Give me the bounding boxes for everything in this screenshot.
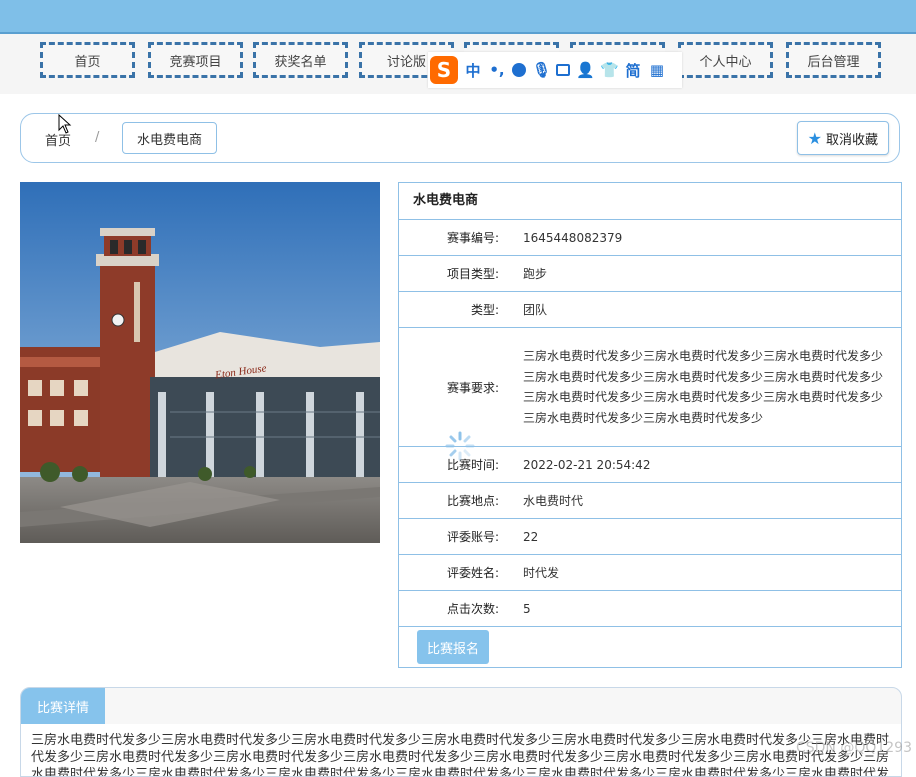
row-label: 赛事编号: xyxy=(446,231,499,245)
row-value: 2022-02-21 20:54:42 xyxy=(508,447,901,482)
watermark: CSDN @QQ1293 xyxy=(795,740,912,756)
nav-home-label: 首页 xyxy=(74,54,101,70)
nav-profile[interactable]: 个人中心 xyxy=(678,42,773,78)
row-label: 类型: xyxy=(470,303,499,317)
mouse-cursor-icon xyxy=(58,114,72,134)
user-icon[interactable]: 👤 xyxy=(576,61,595,79)
row-value: 5 xyxy=(508,591,901,626)
star-icon: ★ xyxy=(807,128,822,148)
apply-button-label: 比赛报名 xyxy=(427,641,480,657)
nav-winners-label: 获奖名单 xyxy=(274,54,327,70)
row-label: 点击次数: xyxy=(446,602,499,616)
apply-button[interactable]: 比赛报名 xyxy=(417,630,490,664)
row-value: 时代发 xyxy=(508,555,901,590)
ime-punctuation[interactable]: •, xyxy=(488,61,506,79)
row-value: 1645448082379 xyxy=(508,220,901,255)
row-label: 评委姓名: xyxy=(446,566,499,580)
ime-toolbar[interactable]: S 中 •, 🎙 👤 👕 简 ▦ xyxy=(428,52,682,88)
row-label: 赛事要求: xyxy=(446,380,499,395)
breadcrumb-separator: / xyxy=(95,130,100,145)
detail-title: 水电费电商 xyxy=(399,183,901,220)
nav-competitions[interactable]: 竞赛项目 xyxy=(148,42,243,78)
table-row: 评委账号: 22 xyxy=(399,519,901,555)
row-value: 22 xyxy=(508,519,901,554)
table-row: 点击次数: 5 xyxy=(399,591,901,627)
ime-simplified[interactable]: 简 xyxy=(624,60,642,81)
nav-admin[interactable]: 后台管理 xyxy=(786,42,881,78)
apply-row: 比赛报名 xyxy=(399,627,901,667)
microphone-icon[interactable]: 🎙 xyxy=(532,61,551,79)
nav-admin-label: 后台管理 xyxy=(807,54,860,70)
row-value: 水电费时代 xyxy=(508,483,901,518)
unfavorite-label: 取消收藏 xyxy=(825,132,878,148)
nav-profile-label: 个人中心 xyxy=(699,54,752,70)
top-header-bar xyxy=(0,0,916,34)
table-row: 评委姓名: 时代发 xyxy=(399,555,901,591)
nav-home[interactable]: 首页 xyxy=(40,42,135,78)
table-row: 比赛地点: 水电费时代 xyxy=(399,483,901,519)
nav-forum-label: 讨论版 xyxy=(386,54,426,70)
grid-menu-icon[interactable]: ▦ xyxy=(648,61,666,79)
row-label: 项目类型: xyxy=(446,267,499,281)
tab-details-label: 比赛详情 xyxy=(36,700,89,716)
table-row: 赛事编号: 1645448082379 xyxy=(399,220,901,256)
row-label: 比赛地点: xyxy=(446,494,499,508)
nav-competitions-label: 竞赛项目 xyxy=(169,54,222,70)
skin-icon[interactable]: 👕 xyxy=(600,61,619,79)
ime-chinese-mode[interactable]: 中 xyxy=(464,60,482,81)
table-row: 类型: 团队 xyxy=(399,292,901,328)
emoji-icon[interactable] xyxy=(512,63,526,77)
sogou-logo-icon[interactable]: S xyxy=(430,56,458,84)
competition-detail-table: 水电费电商 赛事编号: 1645448082379 项目类型: 跑步 类型: 团… xyxy=(398,182,902,668)
nav-winners[interactable]: 获奖名单 xyxy=(253,42,348,78)
competition-image: Eton House xyxy=(20,182,380,543)
breadcrumb-current-label: 水电费电商 xyxy=(137,132,203,148)
breadcrumb: 首页 / 水电费电商 ★ 取消收藏 xyxy=(20,113,900,163)
keyboard-icon[interactable] xyxy=(556,64,570,76)
table-row: 项目类型: 跑步 xyxy=(399,256,901,292)
row-value: 三房水电费时代发多少三房水电费时代发多少三房水电费时代发多少三房水电费时代发多少… xyxy=(508,328,901,446)
row-label: 评委账号: xyxy=(446,530,499,544)
row-value: 跑步 xyxy=(508,256,901,291)
breadcrumb-current: 水电费电商 xyxy=(122,122,218,154)
row-value: 团队 xyxy=(508,292,901,327)
unfavorite-button[interactable]: ★ 取消收藏 xyxy=(796,121,889,155)
tab-details[interactable]: 比赛详情 xyxy=(21,688,105,724)
competition-details-panel: 比赛详情 三房水电费时代发多少三房水电费时代发多少三房水电费时代发多少三房水电费… xyxy=(20,687,902,777)
details-text: 三房水电费时代发多少三房水电费时代发多少三房水电费时代发多少三房水电费时代发多少… xyxy=(21,724,901,776)
loading-spinner-icon xyxy=(445,431,475,461)
